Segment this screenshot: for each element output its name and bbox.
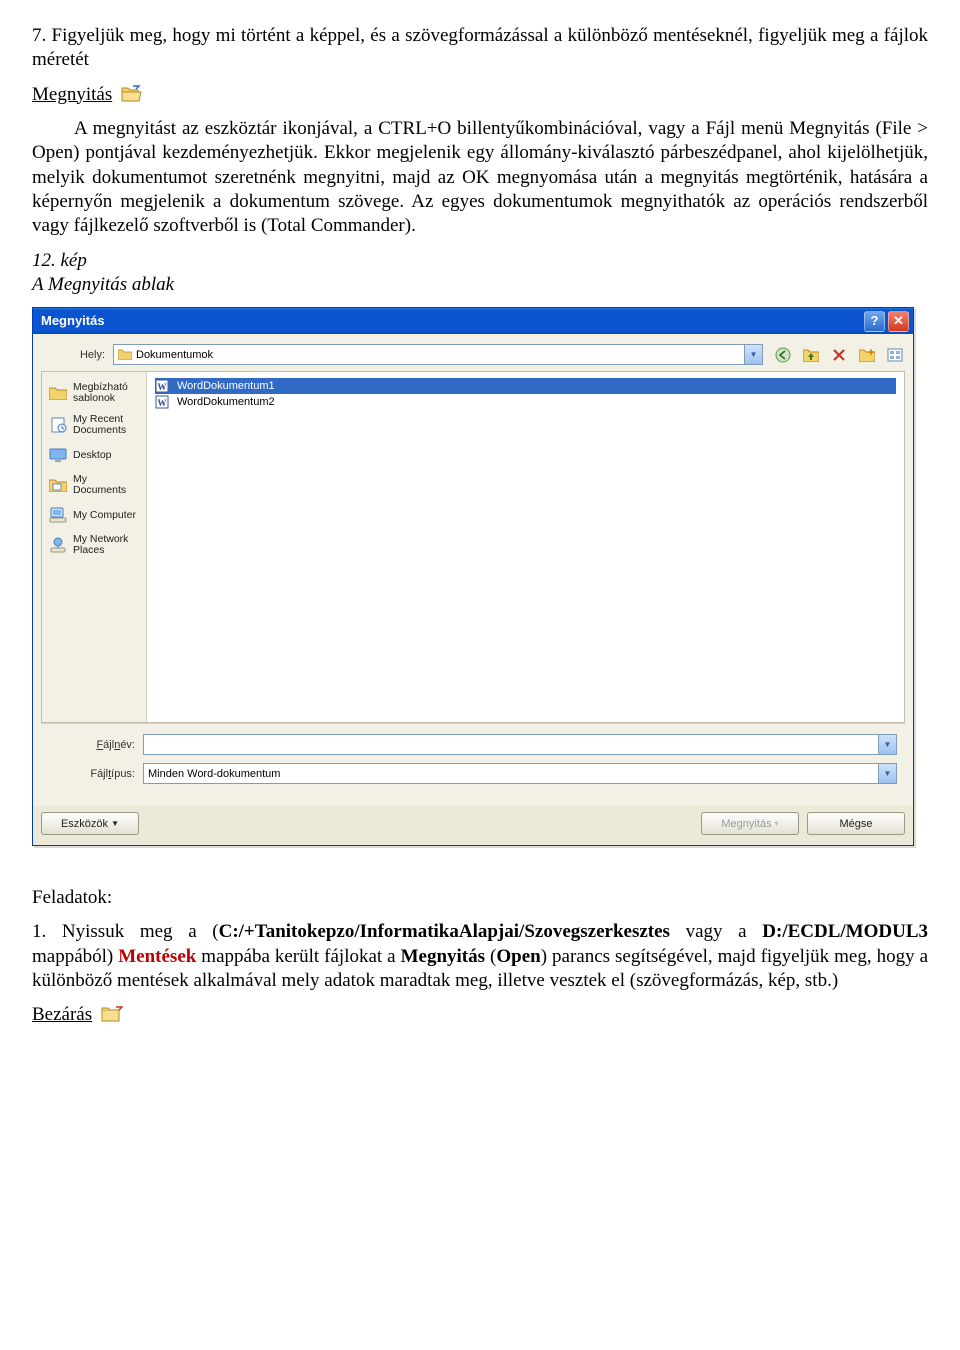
nav-icons — [773, 345, 905, 365]
computer-icon — [48, 506, 68, 524]
up-folder-icon[interactable] — [801, 345, 821, 365]
filetype-value: Minden Word-dokumentum — [148, 767, 280, 781]
delete-icon[interactable] — [829, 345, 849, 365]
filetype-label: Fájltípus: — [49, 767, 143, 781]
chevron-down-icon[interactable]: ▼ — [878, 735, 896, 754]
mydocs-icon — [48, 476, 68, 494]
filetype-combo[interactable]: Minden Word-dokumentum ▼ — [143, 763, 897, 784]
filename-combo[interactable]: ▼ — [143, 734, 897, 755]
figure-number: 12. kép — [32, 249, 928, 273]
desktop-icon — [48, 446, 68, 464]
new-folder-icon[interactable] — [857, 345, 877, 365]
place-my-network[interactable]: My Network Places — [46, 530, 142, 560]
location-label: Hely: — [41, 348, 113, 362]
filetype-row: Fájltípus: Minden Word-dokumentum ▼ — [49, 763, 897, 784]
open-heading: Megnyitás — [32, 84, 112, 105]
close-heading: Bezárás — [32, 1004, 92, 1025]
file-list[interactable]: W WordDokumentum1 W WordDokumentum2 — [147, 372, 904, 722]
place-my-computer[interactable]: My Computer — [46, 502, 142, 528]
dialog-title: Megnyitás — [41, 313, 105, 330]
location-row: Hely: Dokumentumok ▼ — [41, 344, 905, 365]
dialog-bottom: Fájlnév: ▼ Fájltípus: Minden Word-dokume… — [41, 723, 905, 784]
location-combo[interactable]: Dokumentumok ▼ — [113, 344, 763, 365]
location-value: Dokumentumok — [136, 348, 213, 362]
place-my-documents[interactable]: My Documents — [46, 470, 142, 500]
help-button[interactable]: ? — [864, 311, 885, 332]
open-dialog: Megnyitás ? ✕ Hely: Dokumentumok ▼ — [32, 307, 914, 846]
dialog-buttons: Eszközök ▼ Megnyitás ▾ Mégse — [33, 806, 913, 845]
cancel-button[interactable]: Mégse — [807, 812, 905, 835]
svg-text:W: W — [158, 382, 167, 392]
chevron-down-icon[interactable]: ▼ — [744, 345, 762, 364]
folder-icon — [48, 384, 68, 402]
filename-row: Fájlnév: ▼ — [49, 734, 897, 755]
word-doc-icon: W — [155, 395, 169, 409]
svg-text:W: W — [158, 398, 167, 408]
dialog-body: Hely: Dokumentumok ▼ Megbízható sa — [33, 334, 913, 806]
figure-caption: A Megnyitás ablak — [32, 273, 928, 297]
open-heading-row: Megnyitás — [32, 83, 928, 107]
task-1-text: 1. Nyissuk meg a (C:/+Tanitokepzo/Inform… — [32, 920, 928, 993]
dialog-main: Megbízható sablonok My Recent Documents … — [41, 371, 905, 723]
close-folder-icon — [101, 1005, 123, 1023]
open-body: A megnyitást az eszköztár ikonjával, a C… — [32, 117, 928, 239]
network-icon — [48, 536, 68, 554]
views-icon[interactable] — [885, 345, 905, 365]
file-item[interactable]: W WordDokumentum1 — [155, 378, 896, 394]
places-bar: Megbízható sablonok My Recent Documents … — [42, 372, 147, 722]
place-recent-documents[interactable]: My Recent Documents — [46, 410, 142, 440]
open-folder-icon — [121, 85, 143, 103]
place-desktop[interactable]: Desktop — [46, 442, 142, 468]
feladatok-heading: Feladatok: — [32, 886, 928, 910]
dialog-titlebar[interactable]: Megnyitás ? ✕ — [33, 308, 913, 334]
place-trusted-templates[interactable]: Megbízható sablonok — [46, 378, 142, 408]
tools-button[interactable]: Eszközök ▼ — [41, 812, 139, 835]
close-heading-row: Bezárás — [32, 1003, 928, 1027]
word-doc-icon: W — [155, 379, 169, 393]
filename-label: Fájlnév: — [49, 738, 143, 752]
close-button[interactable]: ✕ — [888, 311, 909, 332]
file-item[interactable]: W WordDokumentum2 — [155, 394, 896, 410]
folder-icon — [118, 349, 132, 360]
open-button[interactable]: Megnyitás ▾ — [701, 812, 799, 835]
back-icon[interactable] — [773, 345, 793, 365]
recent-icon — [48, 416, 68, 434]
task-7-text: 7. Figyeljük meg, hogy mi történt a képp… — [32, 24, 928, 73]
chevron-down-icon[interactable]: ▼ — [878, 764, 896, 783]
